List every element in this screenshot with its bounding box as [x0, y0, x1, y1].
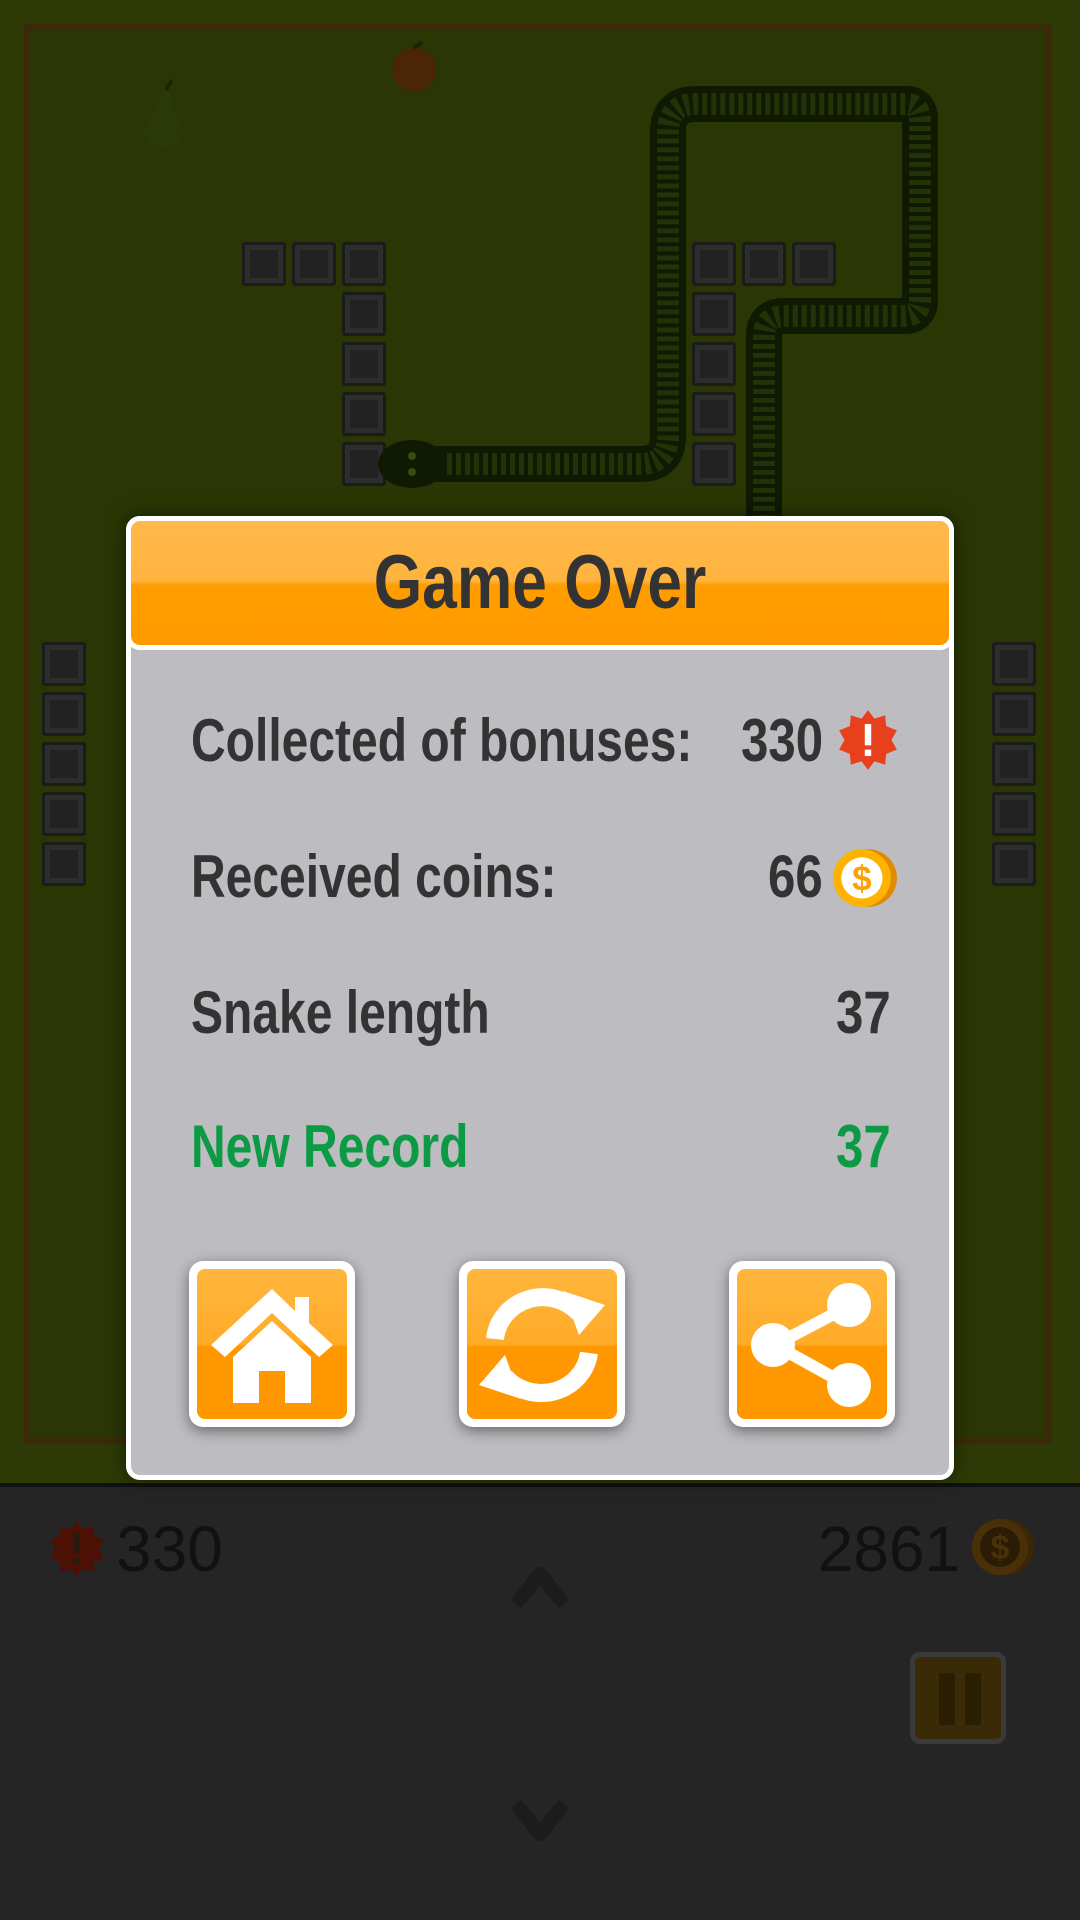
wall-block [992, 792, 1036, 836]
wall-block [992, 742, 1036, 786]
new-record-value: 37 [836, 1113, 891, 1180]
hud-bonus-count: 330 [116, 1513, 223, 1585]
coins-value: 66 [768, 843, 823, 910]
coins-label: Received coins: [191, 843, 557, 910]
wall-block [42, 692, 86, 736]
bonus-icon [839, 710, 897, 770]
share-icon [751, 1283, 871, 1407]
snake-length-row: Snake length 37 [191, 973, 899, 1053]
pause-icon [939, 1673, 955, 1725]
snake [378, 86, 938, 520]
dialog-title: Game Over [373, 540, 707, 625]
bonuses-row: Collected of bonuses: 330 [191, 701, 899, 781]
snake-length-label: Snake length [191, 979, 490, 1046]
chevron-down-icon[interactable] [510, 1796, 570, 1846]
pause-button[interactable] [910, 1652, 1006, 1744]
restart-button[interactable] [459, 1261, 625, 1427]
bonus-icon [50, 1521, 104, 1577]
wall-block [42, 792, 86, 836]
wall-block [42, 642, 86, 686]
hud-coin-count: 2861 [817, 1513, 960, 1585]
wall-block [992, 692, 1036, 736]
home-button[interactable] [189, 1261, 355, 1427]
snake-length-value: 37 [836, 979, 891, 1046]
bonuses-value: 330 [740, 707, 823, 774]
coin-icon: $ [833, 849, 897, 907]
coins-row: Received coins: 66 $ [191, 837, 899, 917]
wall-block [42, 842, 86, 886]
new-record-row: New Record 37 [191, 1107, 899, 1187]
new-record-label: New Record [191, 1113, 469, 1180]
svg-text:$: $ [991, 1529, 1010, 1567]
restart-icon [479, 1288, 605, 1402]
wall-block [42, 742, 86, 786]
share-button[interactable] [729, 1261, 895, 1427]
home-icon [211, 1289, 333, 1403]
bonuses-label: Collected of bonuses: [191, 707, 693, 774]
wall-block [992, 842, 1036, 886]
dialog-header: Game Over [126, 516, 954, 650]
wall-block [992, 642, 1036, 686]
game-over-dialog: Game Over Collected of bonuses: 330 Rece… [126, 516, 954, 1480]
chevron-up-icon[interactable] [510, 1560, 570, 1610]
svg-text:$: $ [852, 859, 871, 898]
coin-icon: $ [972, 1519, 1034, 1575]
